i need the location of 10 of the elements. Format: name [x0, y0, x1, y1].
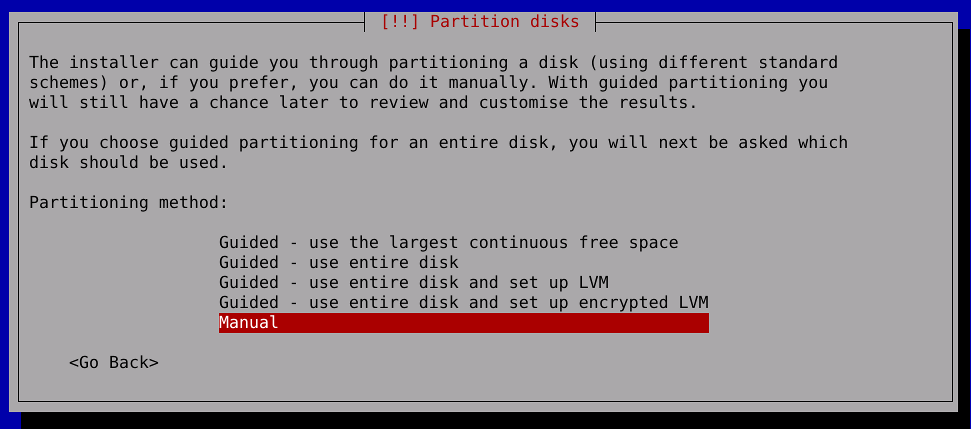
description-text: If you choose guided partitioning for an entire disk, you will next be asked which disk should be used.	[29, 133, 849, 173]
menu-option[interactable]: Guided - use the largest continuous free space	[219, 233, 709, 253]
dialog-title: [!!] Partition disks	[364, 12, 596, 32]
description-text: The installer can guide you through partitioning a disk (using different standard schemes) or, if you prefer, you can do it manually. With guided partitioning you will still have a chance later to review and customise the results.	[29, 53, 840, 113]
go-back-button[interactable]: <Go Back>	[69, 353, 159, 373]
menu-option[interactable]: Guided - use entire disk	[219, 253, 709, 273]
menu-option[interactable]: Manual	[219, 313, 709, 333]
menu-option[interactable]: Guided - use entire disk and set up encrypted LVM	[219, 293, 709, 313]
menu-option[interactable]: Guided - use entire disk and set up LVM	[219, 273, 709, 293]
prompt-label: Partitioning method:	[29, 193, 230, 213]
